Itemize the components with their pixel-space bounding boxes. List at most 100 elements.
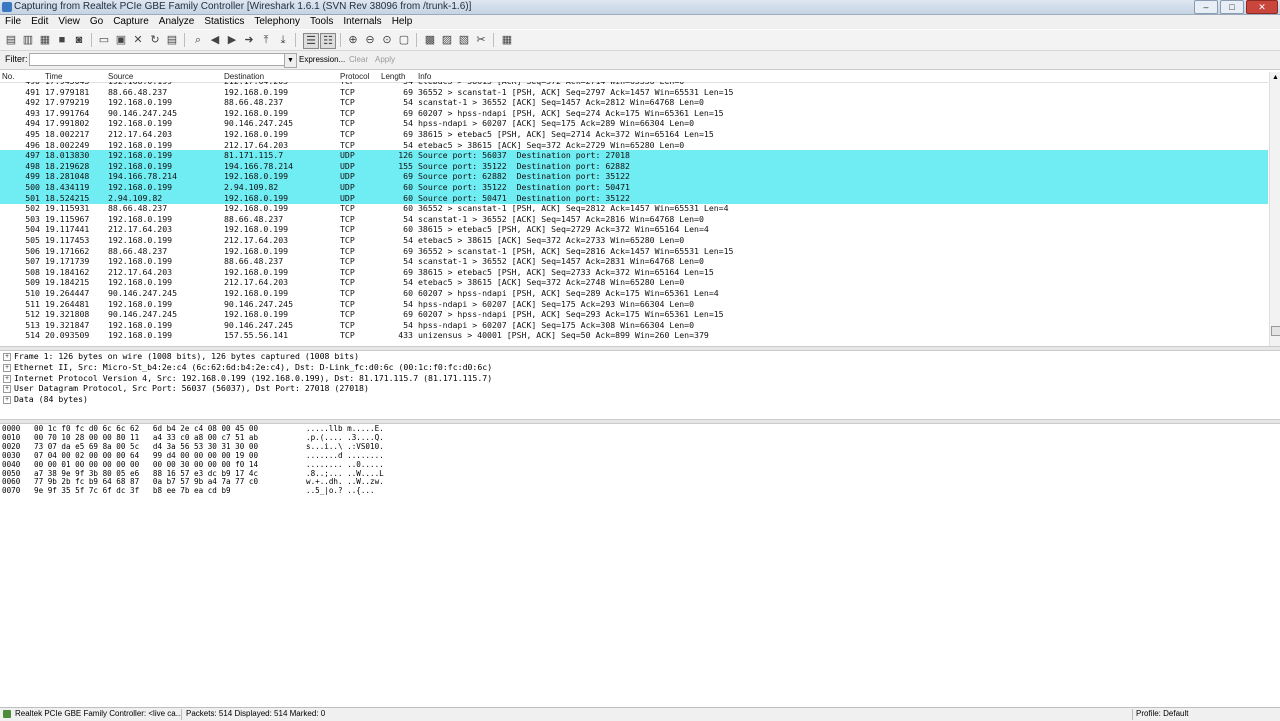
restart-capture-icon[interactable]: ◙	[72, 33, 86, 47]
column-info[interactable]: Info	[418, 72, 431, 81]
packet-row[interactable]: 507 19.171739 192.168.0.199 88.66.48.237 TCP…	[0, 256, 1268, 267]
packet-row[interactable]: 497 18.013830 192.168.0.199 81.171.115.7 UDP…	[0, 150, 1268, 162]
close-button[interactable]: ✕	[1246, 0, 1278, 14]
packet-row[interactable]: 496 18.002249 192.168.0.199 212.17.64.203 TC…	[0, 140, 1268, 151]
go-to-packet-icon[interactable]: ➜	[242, 33, 256, 47]
close-file-icon[interactable]: ✕	[131, 33, 145, 47]
packet-row[interactable]: 508 19.184162 212.17.64.203 192.168.0.199 TC…	[0, 267, 1268, 278]
packet-row[interactable]: 505 19.117453 192.168.0.199 212.17.64.203 TC…	[0, 235, 1268, 246]
menu-help[interactable]: Help	[387, 15, 418, 29]
packet-row[interactable]: 509 19.184215 192.168.0.199 212.17.64.203 TC…	[0, 277, 1268, 288]
print-icon[interactable]: ▤	[165, 33, 179, 47]
first-packet-icon[interactable]: ⤒	[259, 33, 273, 47]
packet-destination: 88.66.48.237	[224, 256, 284, 267]
packet-row[interactable]: 503 19.115967 192.168.0.199 88.66.48.237 TCP…	[0, 214, 1268, 225]
menu-view[interactable]: View	[53, 15, 85, 29]
packet-row[interactable]: 499 18.281048 194.166.78.214 192.168.0.199 U…	[0, 171, 1268, 183]
interfaces-icon[interactable]: ▤	[4, 33, 18, 47]
menu-analyze[interactable]: Analyze	[154, 15, 200, 29]
packet-time: 19.184215	[45, 277, 90, 288]
packet-row[interactable]: 506 19.171662 88.66.48.237 192.168.0.199 TCP…	[0, 246, 1268, 257]
capture-filters-icon[interactable]: ▩	[423, 33, 437, 47]
maximize-button[interactable]: □	[1220, 0, 1244, 14]
column-source[interactable]: Source	[108, 72, 133, 81]
packet-row[interactable]: 498 18.219628 192.168.0.199 194.166.78.214 U…	[0, 160, 1268, 172]
packet-row[interactable]: 492 17.979219 192.168.0.199 88.66.48.237 TCP…	[0, 97, 1268, 108]
zoom-normal-icon[interactable]: ⊙	[380, 33, 394, 47]
reload-icon[interactable]: ↻	[148, 33, 162, 47]
menu-edit[interactable]: Edit	[26, 15, 53, 29]
packet-row[interactable]: 511 19.264481 192.168.0.199 90.146.247.245 T…	[0, 299, 1268, 310]
menu-statistics[interactable]: Statistics	[199, 15, 249, 29]
scrollbar-thumb[interactable]	[1271, 326, 1280, 336]
zoom-in-icon[interactable]: ⊕	[346, 33, 360, 47]
filter-input[interactable]	[29, 53, 286, 66]
packet-row[interactable]: 501 18.524215 2.94.109.82 192.168.0.199 UDP 6…	[0, 192, 1268, 204]
packet-info: hpss-ndapi > 60207 [ACK] Seq=175 Ack=308…	[418, 319, 695, 330]
expand-icon[interactable]: +	[3, 374, 11, 383]
packet-row[interactable]: 493 17.991764 90.146.247.245 192.168.0.199 T…	[0, 108, 1268, 119]
stop-capture-icon[interactable]: ■	[55, 33, 69, 47]
capture-options-icon[interactable]: ▥	[21, 33, 35, 47]
packet-source: 192.168.0.199	[108, 213, 173, 224]
packet-row[interactable]: 504 19.117441 212.17.64.203 192.168.0.199 TC…	[0, 224, 1268, 235]
column-protocol[interactable]: Protocol	[340, 72, 369, 81]
expand-icon[interactable]: +	[3, 363, 11, 372]
packet-row[interactable]: 514 20.093509 192.168.0.199 157.55.56.141 TC…	[0, 330, 1268, 341]
auto-scroll-icon[interactable]: ☷	[320, 33, 336, 49]
expand-icon[interactable]: +	[3, 353, 11, 361]
packet-protocol: TCP	[340, 224, 355, 235]
expand-icon[interactable]: +	[3, 385, 11, 394]
filter-dropdown-icon[interactable]: ▼	[284, 53, 297, 68]
menu-capture[interactable]: Capture	[108, 15, 154, 29]
packet-row[interactable]: 502 19.115931 88.66.48.237 192.168.0.199 TCP…	[0, 203, 1268, 214]
column-length[interactable]: Length	[381, 72, 405, 81]
filter-apply-button[interactable]: Apply	[375, 55, 395, 64]
packet-row[interactable]: 510 19.264447 90.146.247.245 192.168.0.199 T…	[0, 288, 1268, 299]
packet-no: 504	[25, 224, 40, 235]
last-packet-icon[interactable]: ⤓	[276, 33, 290, 47]
packet-no: 507	[25, 256, 40, 267]
find-packet-icon[interactable]: ⌕	[191, 33, 205, 47]
filter-clear-button[interactable]: Clear	[349, 55, 368, 64]
go-back-icon[interactable]: ◀	[208, 33, 222, 47]
coloring-rules-icon[interactable]: ▧	[457, 33, 471, 47]
packet-row[interactable]: 491 17.979181 88.66.48.237 192.168.0.199 TCP…	[0, 87, 1268, 98]
toolbar-separator	[340, 33, 341, 47]
menu-tools[interactable]: Tools	[305, 15, 338, 29]
column-no[interactable]: No.	[2, 72, 14, 81]
status-profile[interactable]: Profile: Default	[1136, 709, 1188, 718]
column-destination[interactable]: Destination	[224, 72, 264, 81]
menu-file[interactable]: File	[0, 15, 26, 29]
hex-bytes: 00 1c f0 fc d0 6c 6c 62 6d b4 2e c4 08 0…	[34, 424, 259, 433]
packet-row[interactable]: 495 18.002217 212.17.64.203 192.168.0.199 TC…	[0, 129, 1268, 140]
scroll-up-icon[interactable]: ▲	[1272, 74, 1279, 81]
expand-icon[interactable]: +	[3, 396, 11, 405]
packet-row[interactable]: 512 19.321808 90.146.247.245 192.168.0.199 T…	[0, 309, 1268, 320]
minimize-button[interactable]: –	[1194, 0, 1218, 14]
open-file-icon[interactable]: ▭	[97, 33, 111, 47]
filter-expression-button[interactable]: Expression...	[299, 55, 345, 64]
toolbar-separator	[493, 33, 494, 47]
expert-info-icon[interactable]	[3, 710, 11, 718]
resize-columns-icon[interactable]: ▢	[397, 33, 411, 47]
zoom-out-icon[interactable]: ⊖	[363, 33, 377, 47]
menu-internals[interactable]: Internals	[338, 15, 386, 29]
save-file-icon[interactable]: ▣	[114, 33, 128, 47]
display-filters-icon[interactable]: ▨	[440, 33, 454, 47]
help-icon[interactable]: ▦	[500, 33, 514, 47]
packet-source: 192.168.0.199	[108, 160, 173, 171]
go-forward-icon[interactable]: ▶	[225, 33, 239, 47]
packet-row[interactable]: 494 17.991802 192.168.0.199 90.146.247.245 T…	[0, 118, 1268, 129]
packet-row[interactable]: 513 19.321847 192.168.0.199 90.146.247.245 T…	[0, 320, 1268, 331]
packet-time: 17.979219	[45, 97, 90, 108]
preferences-icon[interactable]: ✂	[474, 33, 488, 47]
packet-protocol: TCP	[340, 213, 355, 224]
packet-list-scrollbar[interactable]: ▲	[1269, 72, 1280, 348]
colorize-icon[interactable]: ☰	[303, 33, 319, 49]
menu-telephony[interactable]: Telephony	[249, 15, 305, 29]
column-time[interactable]: Time	[45, 72, 62, 81]
start-capture-icon[interactable]: ▦	[38, 33, 52, 47]
menu-go[interactable]: Go	[85, 15, 108, 29]
packet-row[interactable]: 500 18.434119 192.168.0.199 2.94.109.82 UDP 6…	[0, 182, 1268, 193]
